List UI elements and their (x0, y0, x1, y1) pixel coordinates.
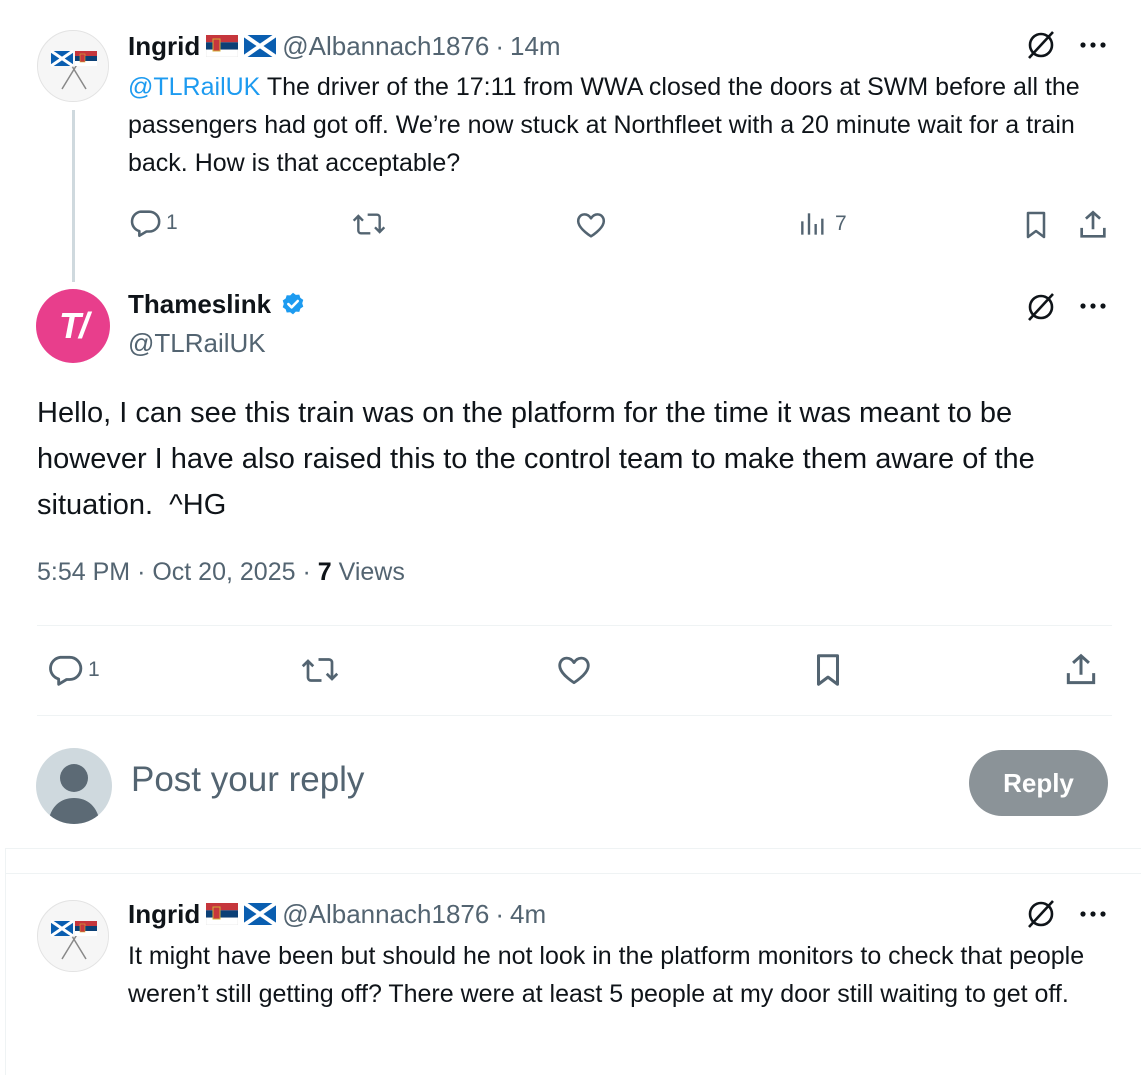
views-number: 7 (317, 558, 332, 586)
reply-count: 1 (88, 658, 100, 681)
author-name[interactable]: Ingrid (128, 899, 200, 930)
tweet-header: Ingrid @Albannach1876 · 14m (128, 30, 561, 62)
reply-icon[interactable] (128, 206, 162, 240)
share-icon[interactable] (1076, 208, 1110, 242)
post-time[interactable]: 5:54 PM (37, 558, 130, 586)
scotland-flag-icon (243, 33, 278, 59)
bookmark-icon[interactable] (809, 651, 847, 689)
author-row: Thameslink (128, 289, 307, 320)
reply-button[interactable]: Reply (969, 750, 1108, 816)
more-icon[interactable] (1076, 32, 1110, 58)
grok-icon[interactable] (1024, 290, 1058, 324)
reply-input[interactable]: Post your reply (131, 760, 364, 800)
tweet-text: It might have been but should he not loo… (128, 942, 1085, 1008)
divider (5, 873, 1141, 874)
more-icon[interactable] (1076, 901, 1110, 927)
timestamp[interactable]: 14m (510, 31, 561, 62)
like-icon[interactable] (574, 208, 608, 242)
post-date[interactable]: Oct 20, 2025 (152, 558, 295, 586)
reply-action[interactable]: 1 (46, 651, 100, 689)
share-icon[interactable] (1062, 651, 1100, 689)
scotland-flag-icon (243, 901, 278, 927)
grok-icon[interactable] (1024, 897, 1058, 931)
thread-line (72, 110, 75, 282)
avatar[interactable] (37, 30, 109, 102)
reply-action[interactable]: 1 (128, 206, 178, 240)
reply-icon[interactable] (46, 651, 84, 689)
avatar-logo-text: T/ (59, 305, 89, 346)
author-handle[interactable]: @TLRailUK (128, 328, 266, 359)
serbia-flag-icon (205, 35, 239, 58)
tweet-text: @TLRailUK The driver of the 17:11 from W… (128, 73, 1080, 177)
separator-dot: · (495, 898, 505, 929)
divider (37, 625, 1112, 626)
mention-link[interactable]: @TLRailUK (128, 73, 260, 101)
views-label: Views (338, 558, 405, 586)
serbia-flag-icon (205, 903, 239, 926)
divider (5, 848, 1141, 849)
tweet-header: Ingrid @Albannach1876 · 4m (128, 898, 546, 930)
retweet-icon[interactable] (351, 208, 387, 240)
author-name[interactable]: Ingrid (128, 31, 200, 62)
views-icon[interactable] (797, 208, 829, 240)
more-icon[interactable] (1076, 293, 1110, 319)
tweet-meta: 5:54 PM · Oct 20, 2025 · 7 Views (37, 558, 405, 586)
reply-count: 1 (166, 211, 178, 234)
views-count: 7 (835, 212, 847, 235)
views-action[interactable]: 7 (797, 208, 847, 240)
timestamp[interactable]: 4m (510, 899, 546, 930)
bookmark-icon[interactable] (1020, 208, 1052, 242)
column-border (5, 848, 6, 1075)
author-handle[interactable]: @Albannach1876 (282, 31, 489, 62)
author-name[interactable]: Thameslink (128, 289, 271, 320)
avatar[interactable] (37, 900, 109, 972)
retweet-icon[interactable] (299, 652, 341, 688)
thameslink-avatar[interactable]: T/ (36, 289, 110, 363)
verified-icon[interactable] (279, 291, 307, 319)
divider (37, 715, 1112, 716)
like-icon[interactable] (554, 651, 594, 689)
user-avatar[interactable] (36, 748, 112, 824)
grok-icon[interactable] (1024, 28, 1058, 62)
main-tweet-text: Hello, I can see this train was on the p… (37, 397, 1043, 521)
author-handle[interactable]: @Albannach1876 (282, 899, 489, 930)
separator-dot: · (495, 30, 505, 61)
